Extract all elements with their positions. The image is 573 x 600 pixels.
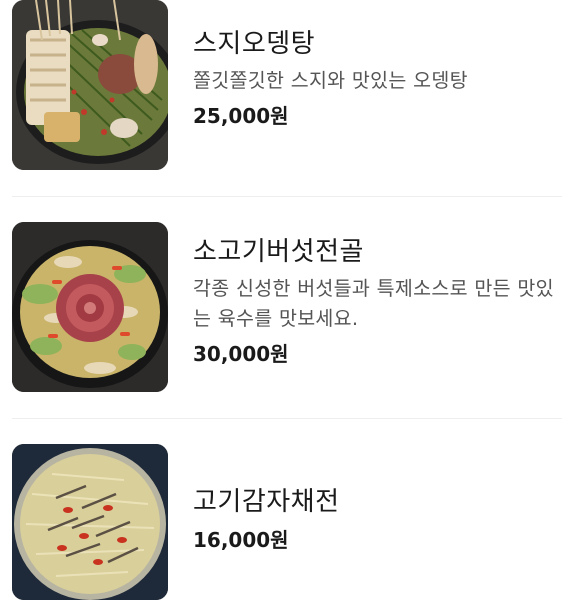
menu-item-description: 각종 신성한 버섯들과 특제소스로 만든 맛있는 육수를 맛보세요.: [193, 277, 554, 330]
menu-item-info: 고기감자채전 16,000원: [193, 484, 563, 554]
menu-item-info: 스지오뎅탕 쫄깃쫄깃한 스지와 맛있는 오뎅탕 25,000원: [193, 26, 563, 130]
menu-item-description: 쫄깃쫄깃한 스지와 맛있는 오뎅탕: [193, 69, 468, 92]
item-divider: [12, 196, 562, 197]
menu-item-sogogibeoseotjeongol[interactable]: 소고기버섯전골 각종 신성한 버섯들과 특제소스로 만든 맛있는 육수를 맛보세…: [12, 222, 563, 392]
item-divider: [12, 418, 562, 419]
beef-mushroom-hotpot-photo: [12, 222, 168, 392]
menu-item-info: 소고기버섯전골 각종 신성한 버섯들과 특제소스로 만든 맛있는 육수를 맛보세…: [193, 234, 563, 368]
menu-item-gogigamjachaejeon[interactable]: 고기감자채전 16,000원: [12, 444, 562, 600]
fishcake-hotpot-photo: [12, 0, 168, 170]
menu-list: 스지오뎅탕 쫄깃쫄깃한 스지와 맛있는 오뎅탕 25,000원 소고기버섯전골 …: [0, 0, 573, 600]
menu-item-name: 소고기버섯전골: [193, 237, 364, 267]
menu-item-price: 25,000원: [193, 104, 289, 128]
menu-item-name: 고기감자채전: [193, 487, 340, 517]
menu-item-sujiodengtang[interactable]: 스지오뎅탕 쫄깃쫄깃한 스지와 맛있는 오뎅탕 25,000원: [12, 0, 563, 170]
menu-item-name: 스지오뎅탕: [193, 29, 316, 59]
menu-item-price: 30,000원: [193, 342, 289, 366]
menu-item-price: 16,000원: [193, 528, 289, 552]
potato-pancake-photo: [12, 444, 168, 600]
